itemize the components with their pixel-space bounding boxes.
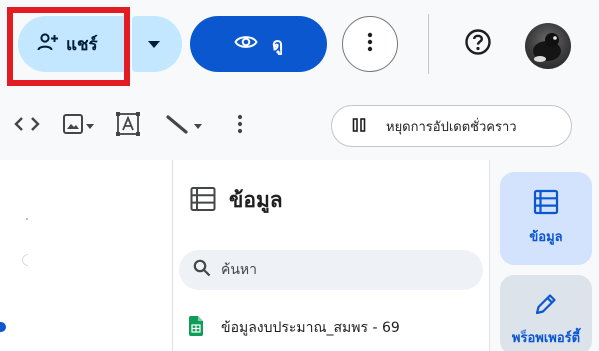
search-icon: [193, 259, 211, 281]
text-box-icon: [115, 111, 141, 141]
editor-toolbar: หยุดการอัปเดตชั่วคราว: [0, 92, 599, 160]
rail-properties-label: พร็อพเพอร์ตี้: [511, 331, 581, 346]
header-divider: [428, 14, 429, 74]
pause-updates-button[interactable]: หยุดการอัปเดตชั่วคราว: [331, 105, 572, 147]
data-search[interactable]: [179, 250, 483, 290]
right-side-rail: ข้อมูล พร็อพเพอร์ตี้: [490, 160, 599, 351]
table-icon: [532, 188, 560, 220]
image-icon: [62, 113, 84, 139]
rail-data-label: ข้อมูล: [529, 230, 563, 245]
caret-down-icon: [194, 123, 202, 129]
rail-data-button[interactable]: ข้อมูล: [500, 172, 592, 265]
insert-line-button[interactable]: [158, 108, 208, 144]
user-avatar[interactable]: [525, 23, 571, 69]
more-vert-icon: [237, 114, 243, 138]
share-button-label: แชร์: [66, 34, 98, 55]
data-panel-title: ข้อมูล: [229, 188, 283, 212]
sheets-icon: [189, 316, 203, 340]
share-button[interactable]: แชร์: [18, 16, 129, 72]
eye-icon: [234, 34, 258, 54]
line-icon: [164, 113, 190, 139]
data-panel-header: ข้อมูล: [189, 184, 283, 217]
help-icon: [464, 28, 492, 60]
insert-text-box-button[interactable]: [112, 108, 144, 144]
pause-updates-label: หยุดการอัปเดตชั่วคราว: [386, 119, 517, 135]
share-button-group: แชร์: [18, 16, 182, 72]
person-add-icon: [37, 32, 59, 56]
insert-image-button[interactable]: [54, 108, 102, 144]
more-options-button[interactable]: [342, 16, 398, 72]
view-button[interactable]: ดู: [190, 16, 327, 72]
code-icon: [14, 116, 40, 136]
data-source-name: ข้อมูลงบประมาณ_สมพร - 69: [221, 320, 400, 336]
data-search-input[interactable]: [221, 262, 461, 278]
data-panel: ข้อมูล ข้อมูลงบประมาณ_สมพร - 69: [172, 160, 490, 351]
rail-properties-button[interactable]: พร็อพเพอร์ตี้: [500, 275, 592, 351]
view-button-label: ดู: [271, 34, 284, 55]
top-bar: แชร์ ดู: [0, 0, 599, 92]
toolbar-more-button[interactable]: [228, 108, 252, 144]
caret-down-icon: [148, 40, 160, 48]
pause-icon: [352, 117, 366, 136]
embed-code-button[interactable]: [10, 108, 44, 144]
caret-down-icon: [86, 123, 94, 129]
help-button[interactable]: [456, 22, 500, 66]
canvas-mark: [22, 254, 28, 266]
more-vert-icon: [367, 32, 373, 56]
share-dropdown-button[interactable]: [132, 16, 182, 72]
canvas-mark: [26, 218, 28, 220]
pencil-icon: [533, 291, 559, 321]
table-icon: [189, 185, 217, 217]
data-source-item[interactable]: ข้อมูลงบประมาณ_สมพร - 69: [189, 316, 400, 340]
